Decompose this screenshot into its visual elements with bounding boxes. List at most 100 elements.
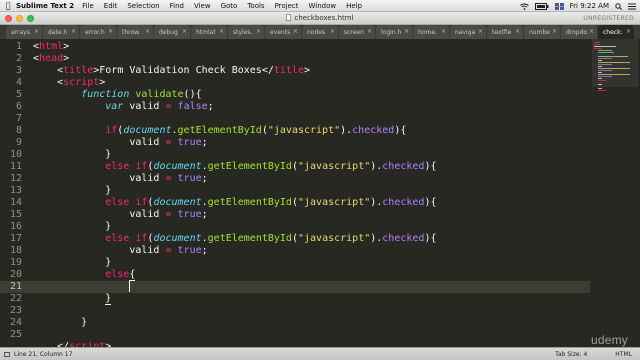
code-line[interactable]: 14 else if(document.getElementById("java… (0, 197, 590, 209)
syntax-setting[interactable]: HTML (615, 351, 632, 358)
tab[interactable]: login.h × (376, 25, 412, 39)
tab-close-icon[interactable]: × (219, 28, 224, 35)
tab[interactable]: numbe × (524, 25, 560, 39)
tab-close-icon[interactable]: × (626, 28, 631, 35)
menu-clock[interactable]: Fri 9:22 AM (570, 2, 609, 10)
tab-close-icon[interactable]: × (441, 28, 446, 35)
code-editor[interactable]: 1 <html> 2 <head> 3 <title>Form Validation… (0, 39, 590, 347)
code-line[interactable]: 11 else if(document.getElementById("java… (0, 161, 590, 173)
tab-close-icon[interactable]: × (589, 28, 594, 35)
tab[interactable]: home. × (413, 25, 449, 39)
tab[interactable]: arrays × (6, 25, 42, 39)
apple-icon[interactable]:  (0, 1, 16, 10)
tab[interactable]: events × (265, 25, 301, 39)
code-line[interactable]: 2 <head> (0, 53, 590, 65)
code-line[interactable]: 10 } (0, 149, 590, 161)
minimap-line (598, 60, 602, 61)
code-line[interactable]: 16 } (0, 221, 590, 233)
minimap-line (594, 44, 600, 45)
code-line-current[interactable]: 21 (0, 281, 590, 293)
udemy-watermark: udemy (590, 333, 628, 347)
minimap-line (598, 56, 628, 57)
tab-close-icon[interactable]: × (404, 28, 409, 35)
tab-close-icon[interactable]: × (145, 28, 150, 35)
tab-close-icon[interactable]: × (71, 28, 76, 35)
tab-close-icon[interactable]: × (330, 28, 335, 35)
minimap-line (598, 72, 602, 73)
tab-label: textfie (492, 28, 512, 36)
tab-close-icon[interactable]: × (552, 28, 557, 35)
tab-active[interactable]: check: × (598, 25, 634, 39)
tab-label: dropdo (566, 28, 588, 36)
tab-close-icon[interactable]: × (478, 28, 483, 35)
tab-close-icon[interactable]: × (256, 28, 261, 35)
panel-toggle-icon[interactable] (4, 352, 10, 357)
battery-icon[interactable] (534, 2, 549, 10)
minimap-line (598, 58, 612, 59)
code-line[interactable]: 4 <script> (0, 77, 590, 89)
minimap-line (598, 62, 630, 63)
minimap-line (598, 80, 606, 81)
tab-close-icon[interactable]: × (367, 28, 372, 35)
menu-tools[interactable]: Tools (247, 2, 264, 10)
code-line[interactable]: 22 } (0, 293, 590, 305)
minimap-line (598, 50, 612, 51)
line-number: 13 (9, 185, 22, 196)
tab[interactable]: naviga × (450, 25, 486, 39)
spotlight-icon[interactable] (615, 2, 622, 10)
notification-list-icon[interactable] (628, 3, 636, 10)
code-line[interactable]: 5 function validate(){ (0, 89, 590, 101)
code-line[interactable]: 20 else{ (0, 269, 590, 281)
tab-close-icon[interactable]: × (34, 28, 39, 35)
code-line[interactable]: 15 valid = true; (0, 209, 590, 221)
menu-extras: Fri 9:22 AM (519, 0, 636, 12)
code-line[interactable]: 9 valid = true; (0, 137, 590, 149)
menu-help[interactable]: Help (346, 2, 362, 10)
tab[interactable]: nodes × (302, 25, 338, 39)
menu-app-name[interactable]: Sublime Text 2 (16, 2, 74, 10)
code-line[interactable]: 3 <title>Form Validation Check Boxes</ti… (0, 65, 590, 77)
tab[interactable]: debug × (154, 25, 190, 39)
menu-view[interactable]: View (194, 2, 211, 10)
code-line[interactable]: 1 <html> (0, 41, 590, 53)
tab-close-icon[interactable]: × (182, 28, 187, 35)
code-line[interactable]: 19 } (0, 257, 590, 269)
code-line[interactable]: 8 if(document.getElementById("javascript… (0, 125, 590, 137)
line-number: 16 (9, 221, 22, 232)
menu-project[interactable]: Project (275, 2, 299, 10)
tab-close-icon[interactable]: × (108, 28, 113, 35)
minimap[interactable] (590, 39, 640, 347)
flag-icon[interactable] (554, 2, 564, 10)
code-line[interactable]: 17 else if(document.getElementById("java… (0, 233, 590, 245)
tab[interactable]: date.h × (43, 25, 79, 39)
code-line[interactable]: 18 valid = true; (0, 245, 590, 257)
menu-goto[interactable]: Goto (221, 2, 238, 10)
menu-window[interactable]: Window (309, 2, 337, 10)
menu-file[interactable]: File (82, 2, 94, 10)
code-line[interactable]: 6 var valid = false; (0, 101, 590, 113)
tab-close-icon[interactable]: × (293, 28, 298, 35)
code-line[interactable]: 23 (0, 305, 590, 317)
code-line[interactable]: 24 } (0, 317, 590, 329)
tab-close-icon[interactable]: × (515, 28, 520, 35)
tab[interactable]: error.h × (80, 25, 116, 39)
tab-size-setting[interactable]: Tab Size: 4 (555, 351, 587, 358)
wifi-icon[interactable] (519, 3, 529, 10)
tab[interactable]: dropdo × (561, 25, 597, 39)
tab[interactable]: throw. × (117, 25, 153, 39)
minimap-line (598, 64, 612, 65)
tab[interactable]: styles. × (228, 25, 264, 39)
code-line[interactable]: 25 (0, 329, 590, 341)
menu-selection[interactable]: Selection (127, 2, 159, 10)
menu-edit[interactable]: Edit (104, 2, 118, 10)
tab[interactable]: htmlat × (191, 25, 227, 39)
tab[interactable]: textfie × (487, 25, 523, 39)
code-line[interactable]: 12 valid = true; (0, 173, 590, 185)
line-number: 1 (15, 41, 22, 52)
minimap-line (598, 88, 602, 89)
code-line[interactable]: 7 (0, 113, 590, 125)
tab[interactable]: screen × (339, 25, 375, 39)
menu-find[interactable]: Find (170, 2, 184, 10)
line-number: 11 (9, 161, 22, 172)
code-line[interactable]: 13 } (0, 185, 590, 197)
